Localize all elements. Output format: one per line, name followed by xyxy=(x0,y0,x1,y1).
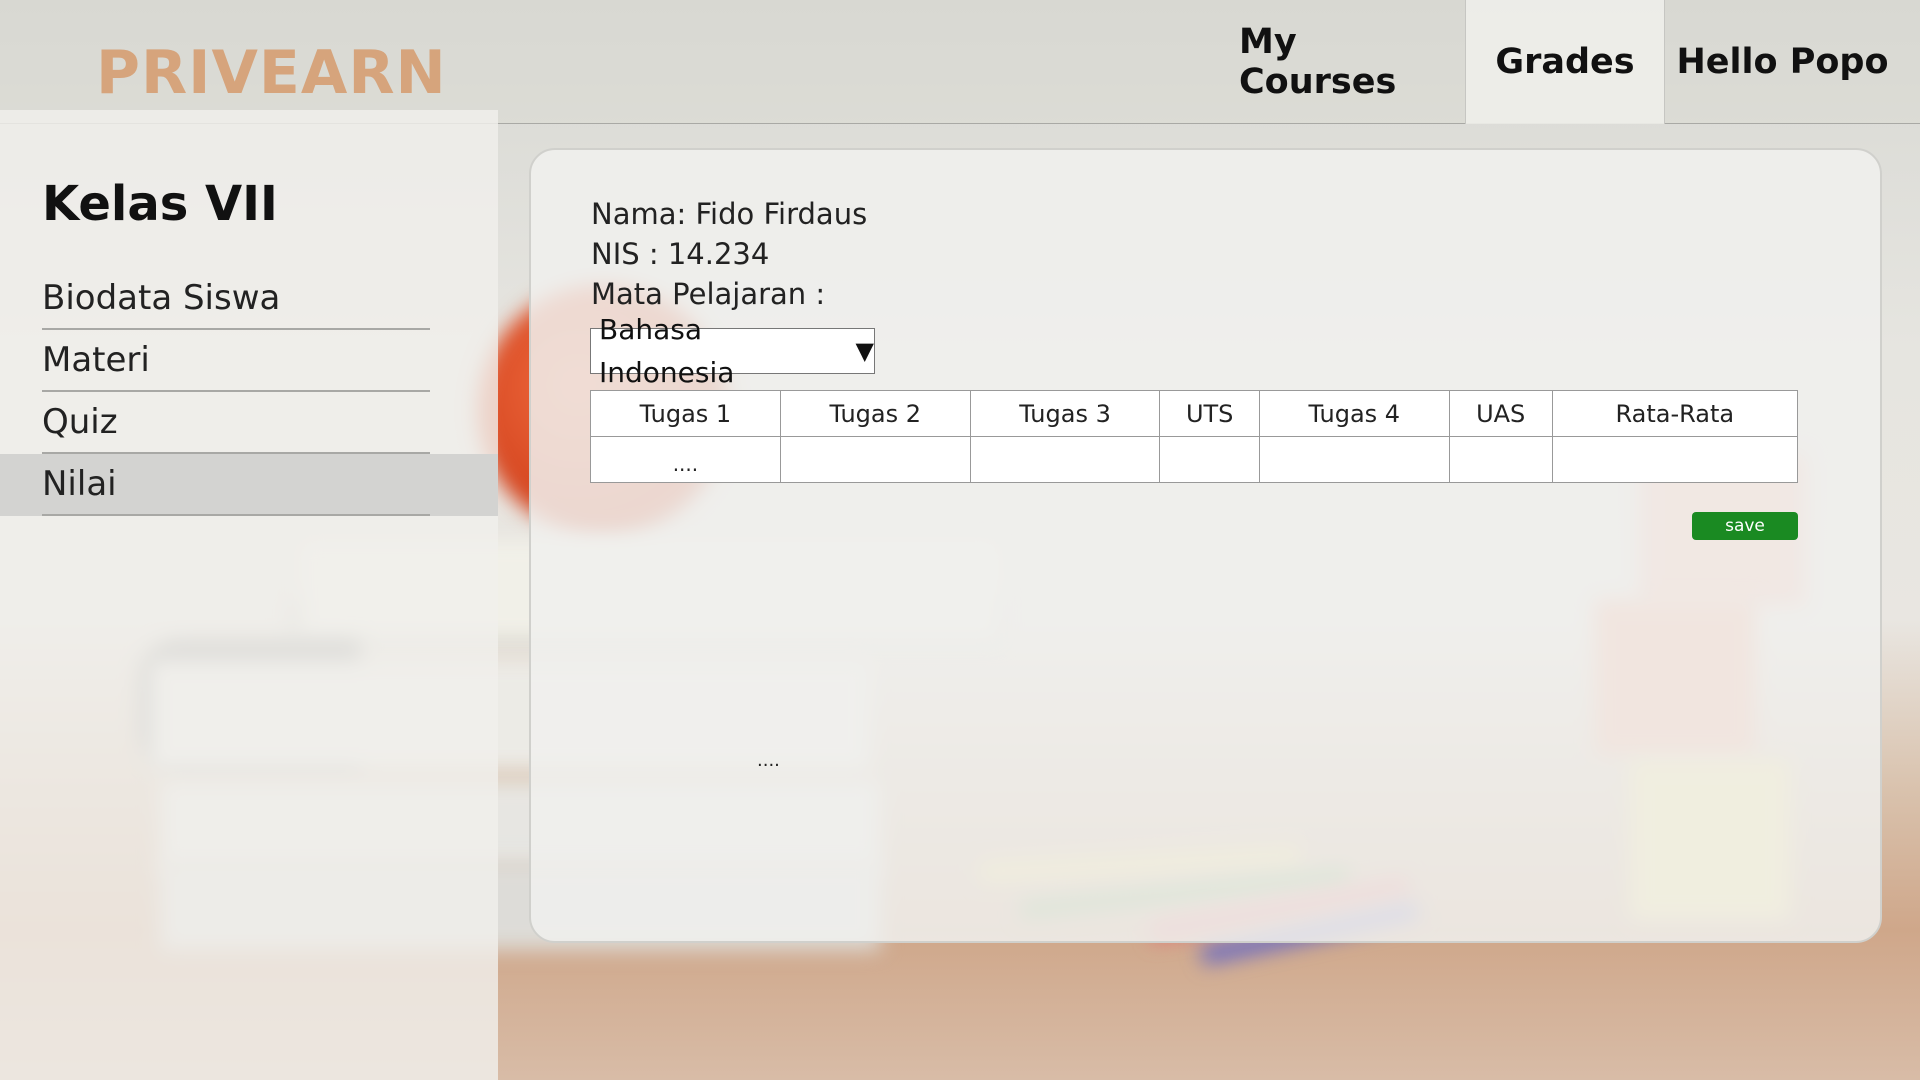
sidebar-item-nilai[interactable]: Nilai xyxy=(0,454,498,516)
sidebar-item-label: Nilai xyxy=(42,464,117,504)
top-header: PRIVEARN My Courses Grades Hello Popo xyxy=(0,0,1920,124)
subject-select-value: Bahasa Indonesia xyxy=(599,313,735,389)
grades-table: Tugas 1 Tugas 2 Tugas 3 UTS Tugas 4 UAS … xyxy=(590,390,1799,483)
column-header: Tugas 4 xyxy=(1258,390,1450,437)
student-nis: NIS : 14.234 xyxy=(591,237,770,271)
nav-grades[interactable]: Grades xyxy=(1465,0,1665,124)
column-header: Tugas 1 xyxy=(590,390,781,437)
student-name: Nama: Fido Firdaus xyxy=(591,197,868,231)
grade-cell-uas[interactable] xyxy=(1448,436,1553,483)
brand-logo[interactable]: PRIVEARN xyxy=(96,38,447,108)
sidebar-item-quiz[interactable]: Quiz xyxy=(0,392,498,454)
grade-cell-tugas-1[interactable]: .... xyxy=(590,436,781,483)
grade-cell-tugas-2[interactable] xyxy=(779,436,971,483)
sidebar-item-materi[interactable]: Materi xyxy=(0,330,498,392)
caret-down-icon: ▼ xyxy=(855,336,874,365)
sidebar-item-label: Materi xyxy=(42,340,150,380)
student-info: Nama: Fido Firdaus NIS : 14.234 Mata Pel… xyxy=(591,194,867,314)
nav-user-greeting[interactable]: Hello Popo xyxy=(1665,0,1920,124)
sidebar-item-label: Quiz xyxy=(42,402,118,442)
sidebar-item-label: Biodata Siswa xyxy=(42,278,281,318)
grades-panel: Nama: Fido Firdaus NIS : 14.234 Mata Pel… xyxy=(529,148,1882,943)
divider xyxy=(42,514,430,516)
sidebar-menu: Biodata Siswa Materi Quiz Nilai xyxy=(0,268,498,516)
placeholder-text: .... xyxy=(757,750,780,771)
table-row: .... xyxy=(590,436,1799,483)
save-button[interactable]: save xyxy=(1692,512,1798,540)
grade-cell-tugas-4[interactable] xyxy=(1258,436,1450,483)
nav-my-courses[interactable]: My Courses xyxy=(1239,0,1465,124)
grade-cell-rata-rata xyxy=(1551,436,1799,483)
table-header-row: Tugas 1 Tugas 2 Tugas 3 UTS Tugas 4 UAS … xyxy=(590,390,1799,437)
grade-cell-uts[interactable] xyxy=(1159,436,1260,483)
sidebar-title: Kelas VII xyxy=(42,176,278,232)
subject-select[interactable]: Bahasa Indonesia ▼ xyxy=(590,313,875,389)
column-header: UAS xyxy=(1448,390,1553,437)
grade-cell-tugas-3[interactable] xyxy=(969,436,1161,483)
sidebar: Kelas VII Biodata Siswa Materi Quiz Nila… xyxy=(0,110,498,1080)
column-header: UTS xyxy=(1159,390,1260,437)
column-header: Rata-Rata xyxy=(1551,390,1799,437)
column-header: Tugas 3 xyxy=(969,390,1161,437)
top-nav: My Courses Grades Hello Popo xyxy=(1239,0,1920,124)
column-header: Tugas 2 xyxy=(779,390,971,437)
sidebar-item-biodata-siswa[interactable]: Biodata Siswa xyxy=(0,268,498,330)
